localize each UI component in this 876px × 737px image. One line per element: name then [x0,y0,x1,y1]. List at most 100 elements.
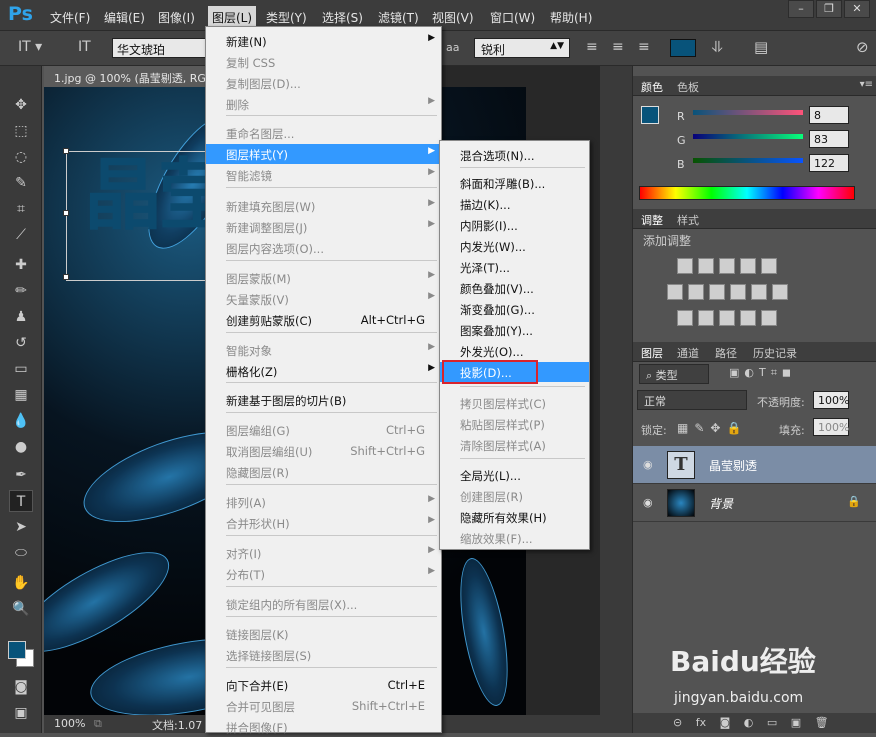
red-slider[interactable] [693,110,803,115]
tab-adjustments[interactable]: 调整 [641,212,663,228]
tab-color[interactable]: 颜色 [641,79,663,95]
transform-handle[interactable] [63,148,69,154]
history-brush-tool-icon[interactable]: ↺ [9,332,33,354]
clone-stamp-tool-icon[interactable]: ♟ [9,306,33,328]
layer-row[interactable]: ◉ T 晶莹剔透 [633,446,876,484]
gradient-map-icon[interactable] [761,310,777,326]
layer-name[interactable]: 背景 [709,495,733,512]
text-color-swatch[interactable] [670,39,696,57]
path-select-tool-icon[interactable]: ➤ [9,516,33,538]
tab-history[interactable]: 历史记录 [753,345,797,361]
warp-text-icon[interactable]: ⥥ [712,38,723,56]
menu-file[interactable]: 文件(F) [50,9,90,26]
visibility-eye-icon[interactable]: ◉ [643,458,653,471]
color-spectrum[interactable] [639,186,855,200]
menu-item[interactable]: 图层样式(Y) ▶ [206,144,441,164]
cancel-icon[interactable]: ⊘ [856,38,869,56]
submenu-item[interactable]: 斜面和浮雕(B)... [440,173,589,193]
submenu-item[interactable]: 全局光(L)... [440,465,589,485]
submenu-item[interactable]: 隐藏所有效果(H) [440,507,589,527]
exposure-icon[interactable] [740,258,756,274]
levels-icon[interactable] [698,258,714,274]
menu-image[interactable]: 图像(I) [158,9,195,26]
submenu-item[interactable]: 混合选项(N)... [440,145,589,165]
green-slider[interactable] [693,134,803,139]
brightness-icon[interactable] [677,258,693,274]
foreground-color[interactable] [8,641,26,659]
menu-item[interactable]: 新建(N) ▶ [206,31,441,51]
green-field[interactable]: 83 [809,130,849,148]
pen-tool-icon[interactable]: ✒ [9,464,33,486]
curves-icon[interactable] [719,258,735,274]
panel-menu-icon[interactable]: ▾≡ [860,79,873,90]
transform-handle[interactable] [63,274,69,280]
blend-mode-select[interactable]: 正常 [637,390,747,410]
submenu-item[interactable]: 颜色叠加(V)... [440,278,589,298]
align-right-icon[interactable]: ≡ [638,39,650,55]
doc-size-label[interactable]: 文档:1.07 [152,717,202,733]
layer-filter-select[interactable]: ⌕ 类型 [639,364,709,384]
color-balance-icon[interactable] [688,284,704,300]
filter-icons[interactable]: ▣◐T⌗◼ [729,366,796,380]
submenu-item[interactable]: 图案叠加(Y)... [440,320,589,340]
move-tool-icon[interactable]: ✥ [9,94,33,116]
layer-name[interactable]: 晶莹剔透 [709,457,757,474]
tab-layers[interactable]: 图层 [641,345,663,361]
align-center-icon[interactable]: ≡ [612,39,624,55]
close-icon[interactable]: ✕ [844,0,870,18]
menu-select[interactable]: 选择(S) [322,9,363,26]
eraser-tool-icon[interactable]: ▭ [9,358,33,380]
menu-item[interactable]: 栅格化(Z) ▶ [206,361,441,381]
fill-field[interactable]: 100% [813,418,849,436]
eyedropper-tool-icon[interactable]: ⟋ [9,224,33,246]
submenu-item[interactable]: 内发光(W)... [440,236,589,256]
layer-row[interactable]: ◉ 背景 🔒 [633,484,876,522]
blur-tool-icon[interactable]: 💧 [9,410,33,432]
submenu-item[interactable]: 外发光(O)... [440,341,589,361]
transform-handle[interactable] [63,210,69,216]
photo-filter-icon[interactable] [730,284,746,300]
menu-type[interactable]: 类型(Y) [266,9,307,26]
font-family-field[interactable]: 华文琥珀 [112,38,208,58]
text-tool-preset-icon[interactable]: ⅠT ▾ [18,39,42,55]
align-left-icon[interactable]: ≡ [586,39,598,55]
hue-saturation-icon[interactable] [667,284,683,300]
black-white-icon[interactable] [709,284,725,300]
tab-paths[interactable]: 路径 [715,345,737,361]
marquee-tool-icon[interactable]: ⬚ [9,120,33,142]
posterize-icon[interactable] [698,310,714,326]
zoom-level[interactable]: 100% [54,717,85,730]
character-panel-icon[interactable]: ▤ [754,38,768,56]
quick-select-tool-icon[interactable]: ✎ [9,172,33,194]
tab-channels[interactable]: 通道 [677,345,699,361]
lasso-tool-icon[interactable]: ◌ [9,146,33,168]
antialias-select[interactable]: 锐利 ▲▼ [474,38,570,58]
visibility-eye-icon[interactable]: ◉ [643,496,653,509]
healing-brush-tool-icon[interactable]: ✚ [9,254,33,276]
restore-icon[interactable]: ❐ [816,0,842,18]
text-bounding-box[interactable] [63,148,216,281]
menu-help[interactable]: 帮助(H) [550,9,592,26]
menu-window[interactable]: 窗口(W) [490,9,535,26]
quick-mask-icon[interactable]: ◙ [9,676,33,698]
crop-tool-icon[interactable]: ⌗ [9,198,33,220]
tab-styles[interactable]: 样式 [677,212,699,228]
hand-tool-icon[interactable]: ✋ [9,572,33,594]
brush-tool-icon[interactable]: ✏ [9,280,33,302]
menu-edit[interactable]: 编辑(E) [104,9,145,26]
vibrance-icon[interactable] [761,258,777,274]
zoom-tool-icon[interactable]: 🔍 [9,598,33,620]
screen-mode-icon[interactable]: ▣ [9,702,33,724]
invert-icon[interactable] [677,310,693,326]
minimize-icon[interactable]: – [788,0,814,18]
opacity-field[interactable]: 100% [813,391,849,409]
type-tool-icon[interactable]: T [9,490,33,512]
submenu-item[interactable]: 光泽(T)... [440,257,589,277]
menu-item[interactable]: 向下合并(E) Ctrl+E [206,675,441,695]
submenu-item[interactable]: 内阴影(I)... [440,215,589,235]
ellipse-tool-icon[interactable]: ⬭ [9,542,33,564]
selective-color-icon[interactable] [740,310,756,326]
menu-filter[interactable]: 滤镜(T) [378,9,419,26]
tab-swatches[interactable]: 色板 [677,79,699,95]
foreground-swatch[interactable] [641,106,659,124]
